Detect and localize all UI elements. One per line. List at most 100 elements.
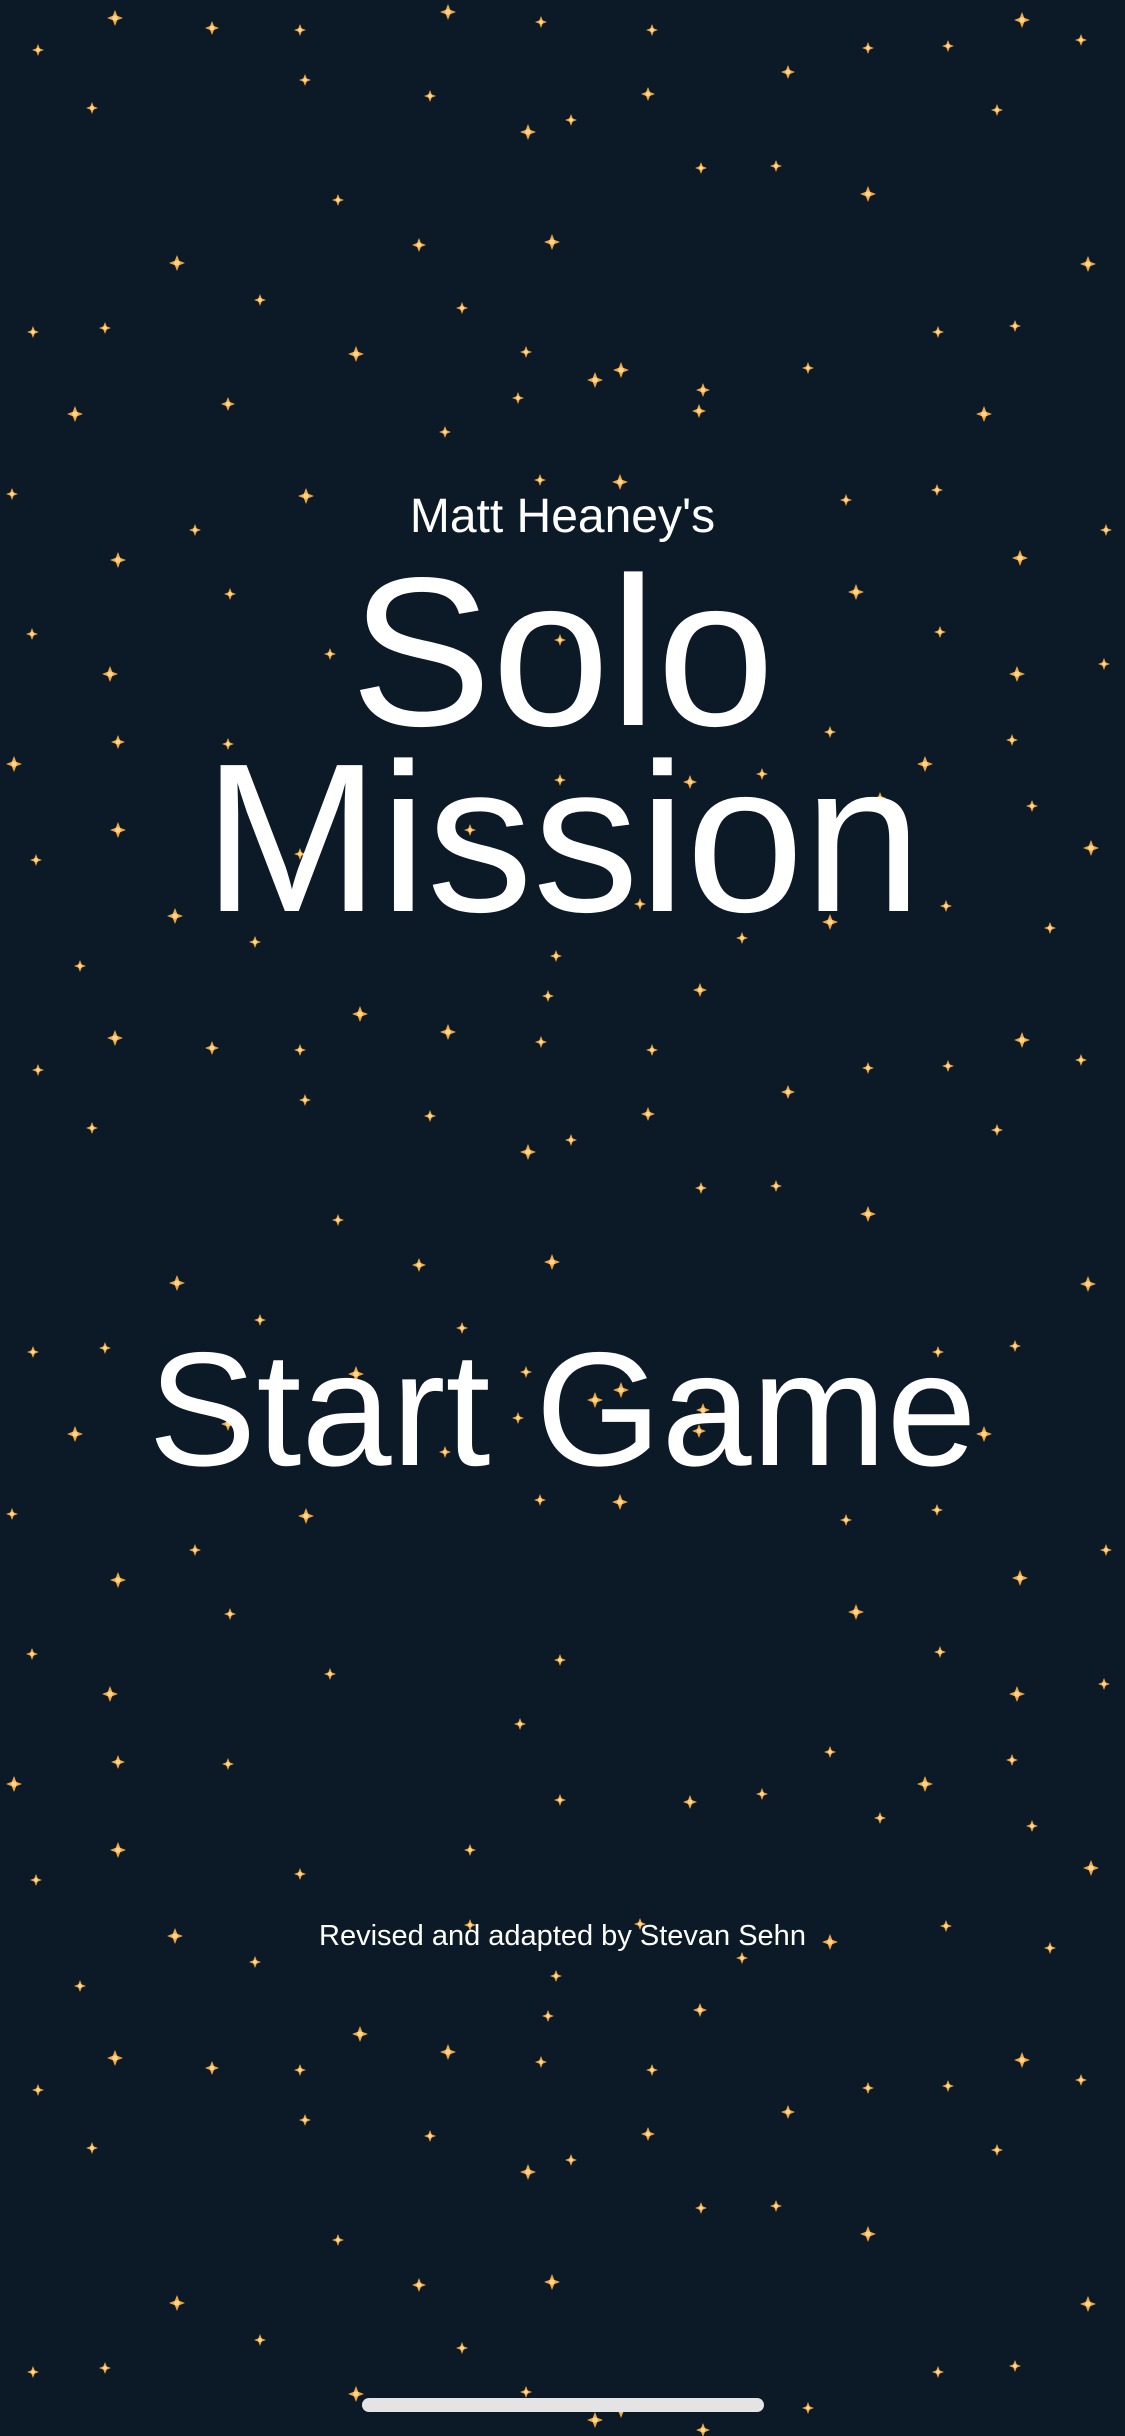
star xyxy=(294,24,306,36)
star xyxy=(931,1504,943,1516)
star xyxy=(169,255,185,271)
star xyxy=(991,1124,1003,1136)
star xyxy=(86,1122,98,1134)
star xyxy=(439,426,451,438)
star xyxy=(520,346,532,358)
star xyxy=(352,2026,368,2042)
star xyxy=(110,1842,126,1858)
star xyxy=(74,960,86,972)
star xyxy=(299,2114,311,2126)
star xyxy=(544,234,560,250)
star xyxy=(169,2295,185,2311)
star xyxy=(254,294,266,306)
star xyxy=(67,406,83,422)
star xyxy=(646,2064,658,2076)
star xyxy=(332,194,344,206)
star xyxy=(692,404,706,418)
star xyxy=(424,2130,436,2142)
star xyxy=(1080,2296,1096,2312)
credit-label: Revised and adapted by Stevan Sehn xyxy=(319,1920,806,1952)
star xyxy=(942,1060,954,1072)
star xyxy=(695,2202,707,2214)
star xyxy=(613,362,629,378)
star xyxy=(862,2082,874,2094)
star xyxy=(770,2200,782,2212)
star xyxy=(848,1604,864,1620)
star xyxy=(840,1514,852,1526)
star xyxy=(520,1144,536,1160)
star xyxy=(641,2127,655,2141)
star xyxy=(169,1275,185,1291)
star xyxy=(299,74,311,86)
star xyxy=(781,65,795,79)
star xyxy=(565,114,577,126)
star xyxy=(544,1254,560,1270)
star xyxy=(412,2278,426,2292)
star xyxy=(695,162,707,174)
star xyxy=(32,1064,44,1076)
star xyxy=(695,1182,707,1194)
star xyxy=(770,1180,782,1192)
star xyxy=(802,362,814,374)
star xyxy=(520,124,536,140)
star xyxy=(294,1868,306,1880)
star xyxy=(1009,320,1021,332)
star xyxy=(646,24,658,36)
star xyxy=(107,1030,123,1046)
star xyxy=(520,2386,532,2398)
star xyxy=(205,21,219,35)
star xyxy=(86,102,98,114)
star xyxy=(424,90,436,102)
star xyxy=(781,2105,795,2119)
star xyxy=(646,1044,658,1056)
home-indicator[interactable] xyxy=(362,2398,764,2412)
star xyxy=(862,1062,874,1074)
star xyxy=(1075,1054,1087,1066)
star xyxy=(294,2064,306,2076)
star xyxy=(683,1795,697,1809)
star xyxy=(440,4,456,20)
star xyxy=(110,1572,126,1588)
star xyxy=(254,2334,266,2346)
star xyxy=(32,44,44,56)
star xyxy=(464,1844,476,1856)
star xyxy=(544,2274,560,2290)
star xyxy=(30,1874,42,1886)
star xyxy=(1012,1570,1028,1586)
star xyxy=(440,2044,456,2060)
game-title-screen: Matt Heaney's Solo Mission Start Game Re… xyxy=(0,0,1125,2436)
star xyxy=(534,474,546,486)
star xyxy=(6,1776,22,1792)
star xyxy=(781,1085,795,1099)
star xyxy=(224,1608,236,1620)
star xyxy=(456,302,468,314)
star xyxy=(696,383,710,397)
star xyxy=(535,2056,547,2068)
star xyxy=(107,10,123,26)
star xyxy=(520,2164,536,2180)
star xyxy=(221,397,235,411)
star xyxy=(514,1718,526,1730)
star xyxy=(874,1812,886,1824)
star xyxy=(934,1646,946,1658)
star xyxy=(542,2010,554,2022)
star xyxy=(86,2142,98,2154)
star xyxy=(299,1094,311,1106)
star xyxy=(1075,34,1087,46)
star xyxy=(917,1776,933,1792)
star xyxy=(1014,1032,1030,1048)
start-game-button[interactable]: Start Game xyxy=(0,1320,1125,1500)
star xyxy=(412,1258,426,1272)
star xyxy=(26,1648,38,1660)
star xyxy=(74,1980,86,1992)
star xyxy=(27,2366,39,2378)
star xyxy=(1006,1754,1018,1766)
star xyxy=(693,983,707,997)
star xyxy=(535,1036,547,1048)
star xyxy=(424,1110,436,1122)
star xyxy=(348,2386,364,2402)
star xyxy=(976,406,992,422)
star xyxy=(550,1970,562,1982)
star xyxy=(1009,2360,1021,2372)
star xyxy=(189,1544,201,1556)
